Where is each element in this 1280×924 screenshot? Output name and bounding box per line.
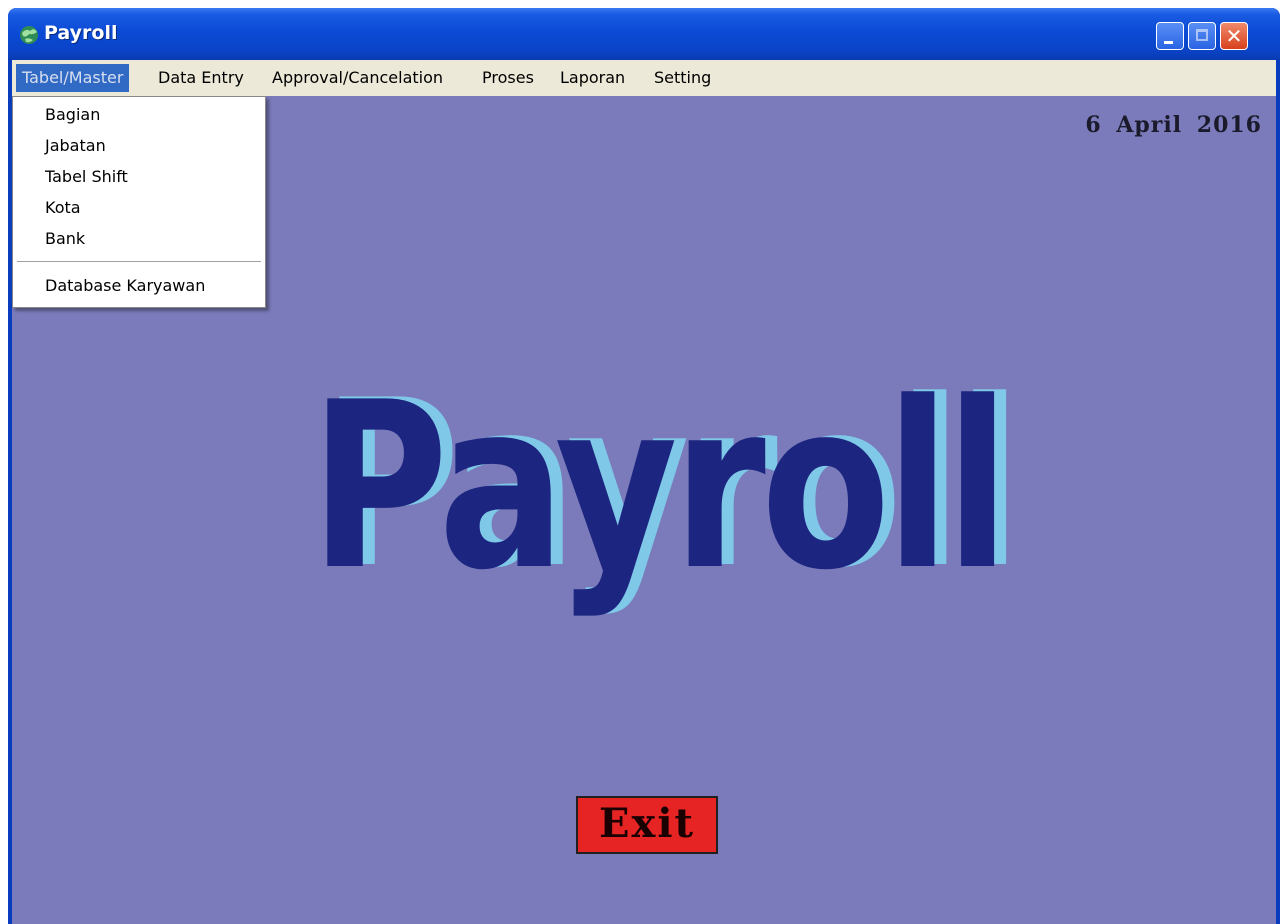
maximize-icon bbox=[1196, 29, 1208, 41]
menu-item-bank[interactable]: Bank bbox=[45, 225, 85, 253]
menu-item-jabatan[interactable]: Jabatan bbox=[45, 132, 106, 160]
menu-item-bagian[interactable]: Bagian bbox=[45, 101, 100, 129]
maximize-button[interactable] bbox=[1188, 22, 1216, 50]
exit-button[interactable]: Exit bbox=[576, 796, 718, 854]
close-button[interactable]: ✕ bbox=[1220, 22, 1248, 50]
minimize-button[interactable] bbox=[1156, 22, 1184, 50]
menu-proses[interactable]: Proses bbox=[476, 64, 540, 92]
menu-item-tabel-shift[interactable]: Tabel Shift bbox=[45, 163, 128, 191]
menu-bar: Tabel/Master Data Entry Approval/Cancela… bbox=[12, 60, 1276, 96]
minimize-icon bbox=[1164, 41, 1173, 44]
menu-item-database-karyawan[interactable]: Database Karyawan bbox=[45, 272, 205, 300]
logo-main-text: Payroll bbox=[310, 354, 1010, 621]
tabel-master-dropdown: Bagian Jabatan Tabel Shift Kota Bank Dat… bbox=[12, 96, 266, 308]
menu-data-entry[interactable]: Data Entry bbox=[152, 64, 250, 92]
window-title: Payroll bbox=[44, 22, 118, 44]
menu-approval-cancelation[interactable]: Approval/Cancelation bbox=[266, 64, 449, 92]
title-bar[interactable]: Payroll ✕ bbox=[8, 8, 1280, 60]
menu-tabel-master[interactable]: Tabel/Master bbox=[16, 64, 130, 92]
menu-laporan[interactable]: Laporan bbox=[554, 64, 631, 92]
app-icon bbox=[20, 26, 38, 44]
menu-setting[interactable]: Setting bbox=[648, 64, 717, 92]
close-icon: ✕ bbox=[1225, 24, 1243, 48]
current-date: 6 April 2016 bbox=[1085, 112, 1262, 138]
payroll-logo: Payroll Payroll bbox=[310, 371, 1022, 603]
menu-separator bbox=[17, 261, 261, 263]
menu-item-kota[interactable]: Kota bbox=[45, 194, 81, 222]
